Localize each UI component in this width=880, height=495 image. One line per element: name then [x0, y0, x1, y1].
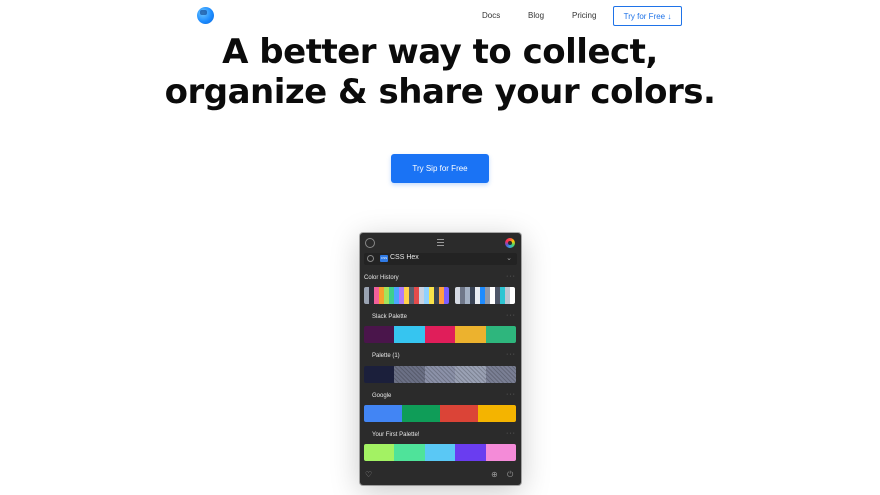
palette-slack[interactable]	[364, 326, 516, 343]
palette-swatch[interactable]	[402, 405, 440, 422]
search-icon	[367, 255, 374, 262]
palette-title-google: Google	[372, 393, 392, 399]
palette-swatch[interactable]	[364, 366, 395, 383]
hero-headline: A better way to collect, organize & shar…	[0, 32, 880, 112]
format-selector[interactable]: CSS CSS Hex ⌄	[364, 253, 517, 265]
history-swatch[interactable]	[444, 287, 449, 304]
nav-link-docs[interactable]: Docs	[482, 11, 500, 20]
history-group-2[interactable]	[455, 287, 515, 304]
history-group-1[interactable]	[364, 287, 449, 304]
nav-link-blog[interactable]: Blog	[528, 11, 544, 20]
palette-first[interactable]	[364, 444, 516, 461]
palette-swatch[interactable]	[364, 405, 402, 422]
menu-icon[interactable]	[437, 239, 444, 246]
color-history-title: Color History	[364, 275, 399, 281]
color-wheel-icon[interactable]	[505, 238, 515, 248]
format-label: CSS Hex	[390, 254, 419, 261]
more-icon[interactable]: ···	[506, 312, 516, 319]
palette-swatch[interactable]	[364, 326, 395, 343]
history-swatch[interactable]	[510, 287, 515, 304]
palette-swatch[interactable]	[424, 444, 456, 461]
hero-headline-line-2: organize & share your colors.	[164, 72, 716, 112]
palette-swatch[interactable]	[478, 405, 516, 422]
palette-swatch[interactable]	[394, 366, 425, 383]
top-nav: Docs Blog Pricing Try for Free ↓	[0, 0, 880, 34]
globe-icon[interactable]: ⊕	[491, 470, 498, 479]
app-toolbar	[360, 233, 521, 252]
palette-google[interactable]	[364, 405, 516, 422]
try-sip-button[interactable]: Try Sip for Free	[391, 154, 489, 183]
hero-headline-line-1: A better way to collect,	[222, 32, 658, 72]
more-icon[interactable]: ···	[506, 351, 516, 358]
palette-swatch[interactable]	[485, 326, 516, 343]
format-badge: CSS	[380, 255, 388, 262]
palette-title-first: Your First Palette!	[372, 432, 420, 438]
chevron-down-icon: ⌄	[506, 255, 512, 262]
palette-title-slack: Slack Palette	[372, 314, 408, 320]
palette-swatch[interactable]	[424, 366, 456, 383]
palette-palette-1[interactable]	[364, 366, 516, 383]
palette-swatch[interactable]	[485, 366, 516, 383]
palette-swatch[interactable]	[455, 326, 486, 343]
sip-logo[interactable]	[197, 7, 214, 24]
more-icon[interactable]: ···	[506, 430, 516, 437]
nav-link-pricing[interactable]: Pricing	[572, 11, 596, 20]
color-history-strip[interactable]	[364, 287, 517, 304]
more-icon[interactable]: ···	[506, 273, 516, 280]
palette-swatch[interactable]	[440, 405, 478, 422]
palette-title-palette-1: Palette (1)	[372, 353, 400, 359]
nav-try-free-button[interactable]: Try for Free ↓	[613, 6, 682, 26]
heart-icon[interactable]: ♡	[365, 470, 372, 479]
palette-swatch[interactable]	[485, 444, 516, 461]
palette-swatch[interactable]	[394, 326, 425, 343]
app-preview-window: CSS CSS Hex ⌄ Color History ··· Slack Pa…	[360, 233, 521, 485]
palette-swatch[interactable]	[364, 444, 395, 461]
circle-icon[interactable]	[365, 238, 375, 248]
power-icon[interactable]: ⏻	[507, 470, 513, 480]
more-icon[interactable]: ···	[506, 391, 516, 398]
palette-swatch[interactable]	[455, 444, 486, 461]
palette-swatch[interactable]	[424, 326, 456, 343]
palette-swatch[interactable]	[455, 366, 486, 383]
palette-swatch[interactable]	[394, 444, 425, 461]
